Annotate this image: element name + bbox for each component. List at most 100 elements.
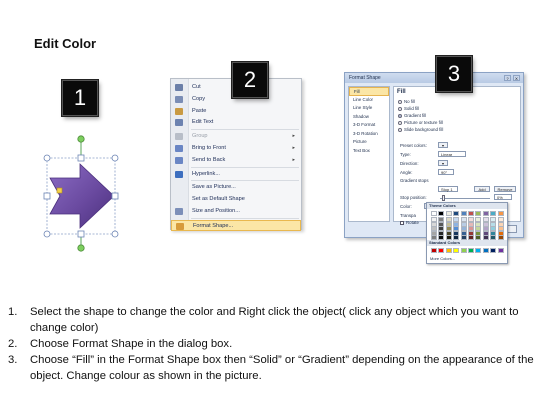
edit-text-icon bbox=[175, 119, 183, 127]
nav-item-line-style[interactable]: Line Style bbox=[349, 104, 389, 113]
rotate-checkbox[interactable] bbox=[400, 220, 404, 225]
color-swatch[interactable] bbox=[438, 235, 445, 240]
color-swatch[interactable] bbox=[453, 211, 460, 216]
color-swatch[interactable] bbox=[475, 211, 482, 216]
color-swatch[interactable] bbox=[460, 248, 467, 253]
nav-item-3-d-format[interactable]: 3-D Format bbox=[349, 121, 389, 130]
copy-icon bbox=[175, 95, 183, 103]
fill-option-slide-background-fill[interactable]: Slide background fill bbox=[398, 127, 443, 132]
resize-handle[interactable] bbox=[111, 154, 119, 162]
instruction-step: 3. Choose “Fill” in the Format Shape box … bbox=[8, 352, 556, 384]
preset-colors-dropdown[interactable]: ▾ bbox=[438, 142, 448, 148]
more-colors-option[interactable]: More Colors... bbox=[430, 256, 455, 261]
menu-item-bring-to-front[interactable]: Bring to Front ▸ bbox=[171, 143, 301, 154]
color-swatch[interactable] bbox=[460, 211, 467, 216]
color-label: Color: bbox=[400, 204, 412, 209]
arrow-shape[interactable] bbox=[49, 163, 115, 229]
resize-handle[interactable] bbox=[43, 230, 51, 238]
nav-item-text-box[interactable]: Text Box bbox=[349, 147, 389, 156]
stop-value: Stop 1 bbox=[441, 187, 453, 192]
color-swatch[interactable] bbox=[438, 248, 445, 253]
color-swatch[interactable] bbox=[431, 248, 437, 253]
size-position-icon bbox=[175, 208, 183, 215]
resize-handle[interactable] bbox=[43, 192, 51, 200]
color-swatch[interactable] bbox=[438, 211, 445, 216]
stop-position-input[interactable]: 0% bbox=[494, 194, 512, 200]
resize-handle[interactable] bbox=[111, 192, 119, 200]
color-swatch[interactable] bbox=[482, 235, 489, 240]
nav-item-picture[interactable]: Picture bbox=[349, 138, 389, 147]
color-swatch[interactable] bbox=[497, 235, 504, 240]
radio-button[interactable] bbox=[398, 99, 402, 104]
adjust-handle[interactable] bbox=[56, 187, 63, 194]
color-swatch[interactable] bbox=[490, 248, 497, 253]
fill-option-picture-or-texture-fill[interactable]: Picture or texture fill bbox=[398, 120, 443, 125]
add-stop-button[interactable]: Add bbox=[474, 186, 490, 192]
resize-handle[interactable] bbox=[43, 154, 51, 162]
menu-item-group[interactable]: Group ▸ bbox=[171, 131, 301, 142]
resize-handle[interactable] bbox=[77, 154, 85, 162]
fill-option-gradient-fill[interactable]: Gradient fill bbox=[398, 113, 426, 118]
radio-button[interactable] bbox=[398, 106, 402, 111]
theme-colors-header: Theme Colors bbox=[427, 203, 507, 209]
help-button[interactable]: ? bbox=[504, 75, 511, 81]
resize-handle[interactable] bbox=[111, 230, 119, 238]
menu-item-save-as-picture[interactable]: Save as Picture... bbox=[171, 182, 301, 193]
color-swatch[interactable] bbox=[445, 235, 452, 240]
menu-item-label: Group bbox=[192, 133, 208, 140]
angle-input[interactable]: 90° bbox=[438, 169, 454, 175]
color-swatch[interactable] bbox=[445, 248, 452, 253]
color-swatch[interactable] bbox=[497, 248, 504, 253]
menu-item-set-as-default-shape[interactable]: Set as Default Shape bbox=[171, 194, 301, 205]
radio-button[interactable] bbox=[398, 120, 402, 125]
color-swatch[interactable] bbox=[453, 235, 460, 240]
menu-item-edit-text[interactable]: Edit Text bbox=[171, 117, 301, 128]
angle-label: Angle: bbox=[400, 170, 413, 175]
menu-item-send-to-back[interactable]: Send to Back ▸ bbox=[171, 155, 301, 166]
color-swatch[interactable] bbox=[482, 248, 489, 253]
direction-dropdown[interactable]: ▾ bbox=[438, 160, 448, 166]
stop-position-value: 0% bbox=[497, 195, 503, 200]
color-swatch[interactable] bbox=[490, 235, 497, 240]
menu-item-hyperlink[interactable]: Hyperlink... bbox=[171, 169, 301, 180]
color-swatch[interactable] bbox=[431, 211, 437, 216]
slider-thumb[interactable] bbox=[442, 195, 445, 201]
color-swatch[interactable] bbox=[460, 235, 467, 240]
nav-item-shadow[interactable]: Shadow bbox=[349, 113, 389, 122]
nav-item-fill[interactable]: Fill bbox=[349, 87, 389, 96]
color-swatch[interactable] bbox=[468, 211, 474, 216]
color-swatch[interactable] bbox=[431, 235, 437, 240]
rotate-with-shape-row[interactable]: Rotate bbox=[400, 220, 419, 225]
rotation-handle-top[interactable] bbox=[77, 135, 85, 143]
color-swatch[interactable] bbox=[468, 235, 474, 240]
color-swatch[interactable] bbox=[445, 211, 452, 216]
color-swatch[interactable] bbox=[497, 211, 504, 216]
menu-item-size-and-position[interactable]: Size and Position... bbox=[171, 206, 301, 217]
radio-button[interactable] bbox=[398, 127, 402, 132]
group-icon bbox=[175, 133, 183, 141]
menu-item-label: Bring to Front bbox=[192, 145, 226, 151]
remove-stop-button[interactable]: Remove bbox=[494, 186, 516, 192]
radio-button[interactable] bbox=[398, 113, 402, 118]
rotation-handle-bottom[interactable] bbox=[77, 244, 85, 252]
fill-option-no-fill[interactable]: No fill bbox=[398, 99, 415, 104]
menu-item-format-shape[interactable]: Format Shape... bbox=[171, 219, 301, 231]
stop-position-slider[interactable] bbox=[440, 198, 490, 199]
nav-item-3-d-rotation[interactable]: 3-D Rotation bbox=[349, 130, 389, 139]
selected-arrow-shape[interactable] bbox=[36, 134, 126, 254]
standard-colors-header: Standard Colors bbox=[427, 240, 507, 246]
color-swatch[interactable] bbox=[453, 248, 460, 253]
stop-select[interactable]: Stop 1 bbox=[438, 186, 458, 192]
type-select[interactable]: Linear bbox=[438, 151, 466, 157]
color-swatch[interactable] bbox=[468, 248, 474, 253]
resize-handle[interactable] bbox=[77, 230, 85, 238]
nav-item-line-color[interactable]: Line Color bbox=[349, 96, 389, 105]
color-swatch[interactable] bbox=[475, 248, 482, 253]
color-swatch[interactable] bbox=[490, 211, 497, 216]
color-swatch[interactable] bbox=[475, 235, 482, 240]
close-icon[interactable]: X bbox=[513, 75, 520, 81]
menu-item-paste[interactable]: Paste bbox=[171, 106, 301, 117]
color-swatch[interactable] bbox=[482, 211, 489, 216]
fill-option-solid-fill[interactable]: Solid fill bbox=[398, 106, 419, 111]
format-shape-icon bbox=[176, 222, 184, 230]
